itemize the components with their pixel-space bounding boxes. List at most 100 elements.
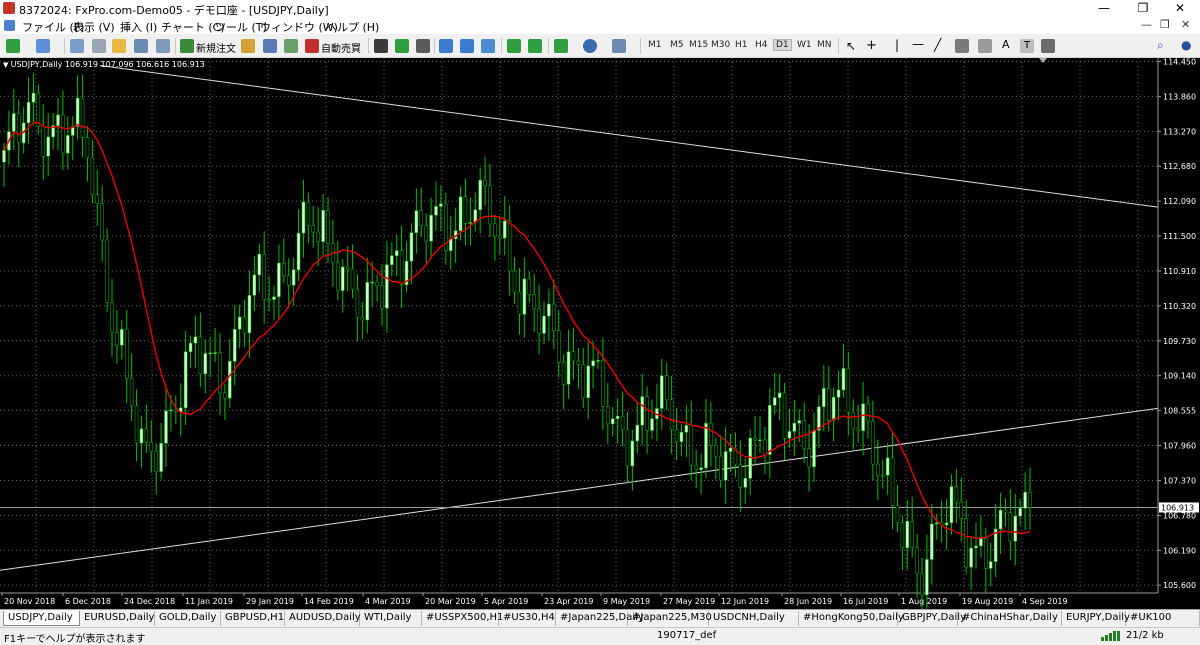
toolbar-separator — [368, 38, 369, 54]
close-button[interactable]: ✕ — [1160, 0, 1200, 17]
account-icon[interactable]: ● — [1181, 38, 1191, 54]
new-chart-icon[interactable] — [6, 39, 20, 53]
timeframe-mn[interactable]: MN — [817, 40, 832, 50]
candle-body — [615, 415, 620, 419]
search-icon[interactable]: ⌕ — [1157, 38, 1164, 54]
bar-chart-icon[interactable] — [374, 39, 388, 53]
templates-icon[interactable] — [612, 39, 626, 53]
candle-body — [714, 444, 718, 457]
candle-body — [463, 196, 468, 224]
navigator-icon[interactable] — [112, 39, 126, 53]
chart-tab[interactable]: #UK100 — [1126, 611, 1200, 626]
line-chart-icon[interactable] — [416, 39, 430, 53]
chart-tab[interactable]: GOLD,Daily — [155, 611, 221, 626]
cursor-icon[interactable]: ↖ — [846, 39, 856, 55]
candle-body — [237, 316, 242, 330]
tile-windows-icon[interactable] — [481, 39, 495, 53]
menu-help[interactable]: ヘルプ (H) — [326, 19, 379, 35]
profiles-icon[interactable] — [36, 39, 50, 53]
chart-tab[interactable]: EURUSD,Daily — [80, 611, 155, 626]
time-tick-label: 16 Jul 2019 — [843, 597, 888, 606]
auto-trade-icon[interactable] — [305, 39, 319, 53]
chart-window[interactable]: 114.450 113.860 113.270 112.680 112.090 111.5… — [0, 58, 1200, 609]
child-restore-button[interactable]: ❐ — [1160, 18, 1170, 31]
trendline-icon[interactable]: ╱ — [934, 38, 941, 54]
text-icon[interactable]: A — [1002, 38, 1010, 54]
chart-tab[interactable]: WTI,Daily — [360, 611, 422, 626]
candle-body — [689, 425, 694, 466]
timeframe-m30[interactable]: M30 — [711, 40, 730, 50]
trendline-upper[interactable] — [99, 65, 1159, 208]
restore-button[interactable]: ❐ — [1123, 0, 1163, 17]
chart-tab[interactable]: GBPUSD,H1 — [221, 611, 285, 626]
chart-tab[interactable]: AUDUSD,Daily — [285, 611, 361, 626]
menu-insert[interactable]: 挿入 (I) — [120, 19, 157, 35]
timeframe-d1[interactable]: D1 — [773, 39, 792, 51]
market-icon[interactable] — [284, 39, 298, 53]
time-tick-label: 20 Mar 2019 — [425, 597, 476, 606]
channel-icon[interactable] — [955, 39, 969, 53]
new-order-icon[interactable] — [180, 39, 194, 53]
child-minimize-button[interactable]: — — [1141, 18, 1152, 31]
candle-body — [880, 474, 885, 477]
child-close-button[interactable]: ✕ — [1181, 18, 1190, 31]
new-order-button[interactable]: 新規注文 — [196, 40, 236, 55]
chart-tab[interactable]: #US30,H4 — [499, 611, 556, 626]
auto-trade-button[interactable]: 自動売買 — [321, 40, 361, 55]
time-tick-label: 28 Jun 2019 — [784, 597, 832, 606]
candle-body — [311, 225, 316, 233]
collapse-triangle-icon[interactable]: ▼ — [3, 61, 11, 69]
chart-tab[interactable]: #Japan225,M30 — [628, 611, 712, 626]
horizontal-line-icon[interactable]: — — [912, 37, 924, 53]
candle-body — [105, 239, 109, 303]
timeframe-m5[interactable]: M5 — [670, 40, 684, 50]
signals-icon[interactable] — [263, 39, 277, 53]
periods-icon[interactable] — [583, 39, 597, 53]
market-watch-icon[interactable] — [70, 39, 84, 53]
fibonacci-icon[interactable] — [978, 39, 992, 53]
chart-shift-marker[interactable] — [1039, 58, 1047, 63]
candle-body — [110, 302, 114, 333]
chart-tab[interactable]: USDCNH,Daily — [709, 611, 799, 626]
candle-body — [267, 299, 271, 301]
vertical-line-icon[interactable]: | — [895, 38, 899, 54]
terminal-icon[interactable] — [134, 39, 148, 53]
candle-body — [949, 486, 954, 524]
timeframe-m1[interactable]: M1 — [648, 40, 662, 50]
menu-view[interactable]: 表示 (V) — [73, 19, 115, 35]
candle-body — [424, 225, 428, 242]
crosshair-icon[interactable]: + — [866, 38, 877, 54]
candle-body — [576, 360, 581, 365]
candle-body — [360, 317, 365, 321]
chart-tab[interactable]: USDJPY,Daily — [3, 611, 80, 626]
candle-body — [478, 179, 482, 211]
zoom-out-icon[interactable] — [460, 39, 474, 53]
price-tick-label: 108.555 — [1163, 406, 1196, 415]
timeframe-h4[interactable]: H4 — [755, 40, 768, 50]
text-label-icon[interactable]: T — [1020, 39, 1034, 53]
arrows-icon[interactable] — [1041, 39, 1055, 53]
minimize-button[interactable]: — — [1084, 0, 1124, 17]
chart-tab[interactable]: GBPJPY,Daily — [898, 611, 966, 626]
data-window-icon[interactable] — [92, 39, 106, 53]
chart-shift-icon[interactable] — [528, 39, 542, 53]
candle-body — [556, 330, 561, 363]
indicators-icon[interactable] — [554, 39, 568, 53]
chart-tab[interactable]: #Japan225,Daily — [556, 611, 644, 626]
chart-tab[interactable]: #HongKong50,Daily — [799, 611, 904, 626]
time-tick-label: 12 Jun 2019 — [721, 597, 769, 606]
chart-tab[interactable]: #USSPX500,H1 — [422, 611, 503, 626]
timeframe-m15[interactable]: M15 — [689, 40, 708, 50]
auto-scroll-icon[interactable] — [507, 39, 521, 53]
toolbar: 新規注文 自動売買 M1 M5 M15 M30 H1 H4 D1 W1 MN ↖… — [0, 34, 1200, 58]
timeframe-h1[interactable]: H1 — [735, 40, 748, 50]
metaeditor-icon[interactable] — [241, 39, 255, 53]
candlestick-icon[interactable] — [395, 39, 409, 53]
timeframe-w1[interactable]: W1 — [797, 40, 812, 50]
chart-tab[interactable]: EURJPY,Daily — [1062, 611, 1130, 626]
price-chart[interactable]: 114.450 113.860 113.270 112.680 112.090 111.5… — [0, 58, 1200, 609]
chart-tab[interactable]: #ChinaHShar,Daily — [958, 611, 1062, 626]
tester-icon[interactable] — [156, 39, 170, 53]
zoom-in-icon[interactable] — [439, 39, 453, 53]
title-bar: 8372024: FxPro.com-Demo05 - デモ口座 - [USDJ… — [0, 0, 1200, 17]
